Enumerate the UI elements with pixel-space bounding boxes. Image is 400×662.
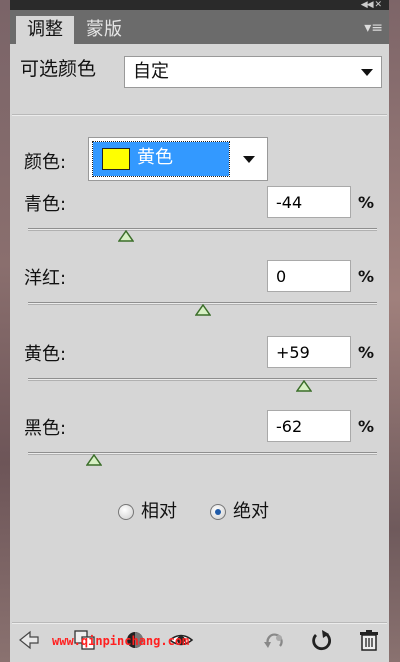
adjustment-title: 可选颜色 <box>20 58 97 80</box>
radio-label: 绝对 <box>233 501 269 522</box>
tab-masks[interactable]: 蒙版 <box>76 16 132 44</box>
yellow-swatch <box>102 148 130 170</box>
adjustments-panel: 调整 蒙版 ▾≡ 可选颜色 自定 颜色: 黄色 青色: % 洋红: % 黄色 <box>10 10 389 662</box>
radio-button[interactable] <box>210 504 226 520</box>
percent-label: % <box>358 267 375 286</box>
collapse-double-arrow-icon[interactable]: ◀◀ ✕ <box>361 0 382 10</box>
chevron-down-icon <box>361 69 373 76</box>
trash-icon[interactable] <box>356 628 382 652</box>
divider <box>12 622 387 624</box>
percent-label: % <box>358 417 375 436</box>
black-input[interactable] <box>267 410 351 442</box>
colors-dropdown[interactable]: 黄色 <box>88 137 268 181</box>
panel-title-strip: ◀◀ ✕ <box>10 0 389 10</box>
colors-label: 颜色: <box>24 152 67 173</box>
cyan-input[interactable] <box>267 186 351 218</box>
slider-thumb[interactable] <box>86 454 103 466</box>
slider-label: 青色: <box>24 194 67 215</box>
yellow-input[interactable] <box>267 336 351 368</box>
watermark-text: www.qinpinchang.com <box>52 634 190 648</box>
preset-dropdown[interactable]: 自定 <box>124 56 382 88</box>
slider-row-magenta: 洋红: % <box>10 260 389 330</box>
tab-bar: 调整 蒙版 ▾≡ <box>10 10 389 44</box>
percent-label: % <box>358 343 375 362</box>
magenta-input[interactable] <box>267 260 351 292</box>
slider-row-yellow: 黄色: % <box>10 336 389 406</box>
panel-menu-icon[interactable]: ▾≡ <box>364 21 383 35</box>
photo-background-right <box>389 0 400 662</box>
divider <box>12 114 387 116</box>
slider-row-cyan: 青色: % <box>10 186 389 256</box>
slider-track[interactable] <box>28 228 377 231</box>
slider-label: 黑色: <box>24 418 67 439</box>
colors-selected-highlight: 黄色 <box>92 141 230 177</box>
reset-icon[interactable] <box>308 628 334 652</box>
slider-label: 黄色: <box>24 344 67 365</box>
previous-state-icon[interactable] <box>262 628 288 652</box>
slider-row-black: 黑色: % <box>10 410 389 480</box>
radio-label: 相对 <box>141 501 177 522</box>
colors-value: 黄色 <box>137 147 173 168</box>
slider-thumb[interactable] <box>117 230 134 242</box>
photo-background-left <box>0 0 10 662</box>
tab-adjustments[interactable]: 调整 <box>16 16 74 44</box>
slider-label: 洋红: <box>24 268 67 289</box>
slider-track[interactable] <box>28 452 377 455</box>
slider-track[interactable] <box>28 378 377 381</box>
slider-thumb[interactable] <box>295 380 312 392</box>
back-arrow-icon[interactable] <box>16 628 42 652</box>
percent-label: % <box>358 193 375 212</box>
radio-button[interactable] <box>118 504 134 520</box>
slider-thumb[interactable] <box>194 304 211 316</box>
chevron-down-icon <box>243 156 255 163</box>
preset-value: 自定 <box>133 61 169 82</box>
